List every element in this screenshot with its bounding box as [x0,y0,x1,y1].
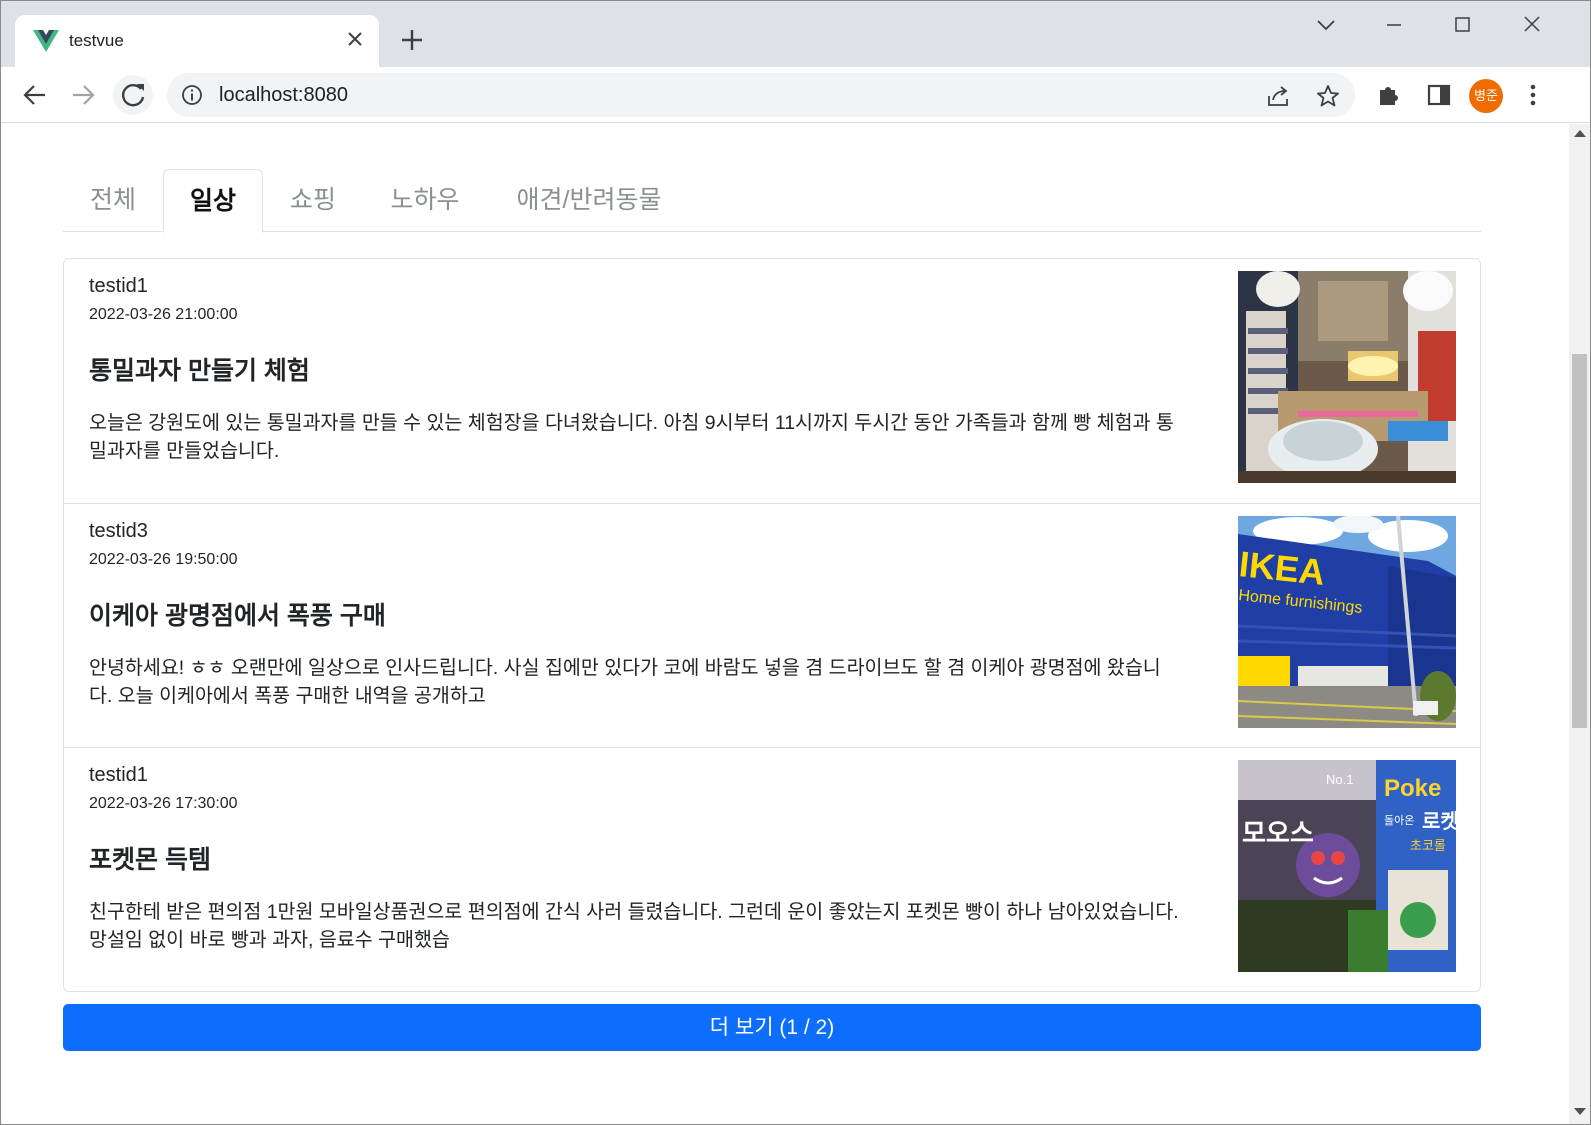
cooking-class-photo [1238,271,1456,483]
thumb-package-text: 모오스 [1242,818,1314,848]
reload-icon[interactable] [113,75,153,115]
browser-toolbar: localhost:8080 병준 [1,67,1590,123]
thumb-package-text: Poke [1384,775,1441,802]
scroll-thumb[interactable] [1572,354,1587,728]
thumb-package-text: 초코롤 [1410,838,1446,853]
close-window-icon[interactable] [1517,11,1547,39]
minimize-icon[interactable] [1379,11,1409,39]
tab-search-chevron-icon[interactable] [1311,11,1341,39]
post-list: testid1 2022-03-26 21:00:00 통밀과자 만들기 체험 … [63,258,1481,992]
post-title[interactable]: 포켓몬 득템 [89,840,211,876]
thumb-package-text: 돌아온 [1384,814,1414,827]
new-tab-icon[interactable] [397,25,427,55]
browser-menu-icon[interactable] [1519,81,1547,109]
post-item[interactable]: testid1 2022-03-26 21:00:00 통밀과자 만들기 체험 … [64,259,1480,503]
browser-tab[interactable]: testvue [15,15,379,69]
back-arrow-icon[interactable] [15,75,55,115]
profile-avatar[interactable]: 병준 [1469,79,1503,113]
maximize-icon[interactable] [1447,11,1477,39]
tab-shopping[interactable]: 쇼핑 [263,169,363,232]
post-item[interactable]: testid1 2022-03-26 17:30:00 포켓몬 득템 친구한테 … [64,747,1480,991]
side-panel-icon[interactable] [1425,81,1453,109]
thumb-package-text: No.1 [1326,772,1353,787]
page-content: 전체 일상 쇼핑 노하우 애견/반려동물 testid1 2022-03-26 … [1,124,1568,1124]
category-tabs: 전체 일상 쇼핑 노하우 애견/반려동물 [63,169,1481,233]
tab-pets[interactable]: 애견/반려동물 [487,169,691,232]
ikea-store-photo: IKEA Home furnishings [1238,516,1456,728]
post-excerpt: 오늘은 강원도에 있는 통밀과자를 만들 수 있는 체험장을 다녀왔습니다. 아… [89,412,1174,462]
tab-title: testvue [69,31,124,50]
site-info-icon[interactable] [181,84,203,106]
browser-window: testvue localhost:8080 병준 전체 일상 쇼핑 노하우 애… [0,0,1591,1125]
scroll-up-arrow-icon[interactable] [1574,130,1586,137]
close-tab-icon[interactable] [343,27,367,51]
pokemon-bread-photo: 모오스 No.1 Poke 돌아온 로켓 초코롤 [1238,760,1456,972]
tab-strip: testvue [1,1,1590,69]
post-date: 2022-03-26 21:00:00 [89,306,238,323]
post-excerpt: 안녕하세요! ㅎㅎ 오랜만에 일상으로 인사드립니다. 사실 집에만 있다가 코… [89,657,1161,707]
vue-logo-icon [33,30,59,52]
post-thumbnail[interactable] [1238,271,1456,483]
post-thumbnail[interactable]: 모오스 No.1 Poke 돌아온 로켓 초코롤 [1238,760,1456,972]
post-author: testid1 [89,764,148,786]
tab-daily[interactable]: 일상 [163,169,263,233]
post-date: 2022-03-26 19:50:00 [89,551,238,568]
post-title[interactable]: 이케아 광명점에서 폭풍 구매 [89,596,386,632]
post-date: 2022-03-26 17:30:00 [89,795,238,812]
post-author: testid1 [89,275,148,297]
tab-knowhow[interactable]: 노하우 [363,169,487,232]
post-thumbnail[interactable]: IKEA Home furnishings [1238,516,1456,728]
bookmark-star-icon[interactable] [1315,83,1341,109]
extensions-puzzle-icon[interactable] [1375,81,1403,109]
post-item[interactable]: testid3 2022-03-26 19:50:00 이케아 광명점에서 폭풍… [64,503,1480,747]
post-excerpt: 친구한테 받은 편의점 1만원 모바일상품권으로 편의점에 간식 사러 들렸습니… [89,901,1179,951]
load-more-button[interactable]: 더 보기 (1 / 2) [63,1004,1481,1051]
scroll-down-arrow-icon[interactable] [1574,1108,1586,1115]
url-text[interactable]: localhost:8080 [219,84,348,107]
thumb-package-text: 로켓 [1422,810,1456,833]
tab-all[interactable]: 전체 [63,169,163,232]
share-icon[interactable] [1265,83,1291,109]
page-scrollbar[interactable] [1569,124,1590,1124]
post-author: testid3 [89,520,148,542]
address-bar[interactable]: localhost:8080 [167,73,1355,117]
post-title[interactable]: 통밀과자 만들기 체험 [89,351,310,387]
forward-arrow-icon[interactable] [63,75,103,115]
